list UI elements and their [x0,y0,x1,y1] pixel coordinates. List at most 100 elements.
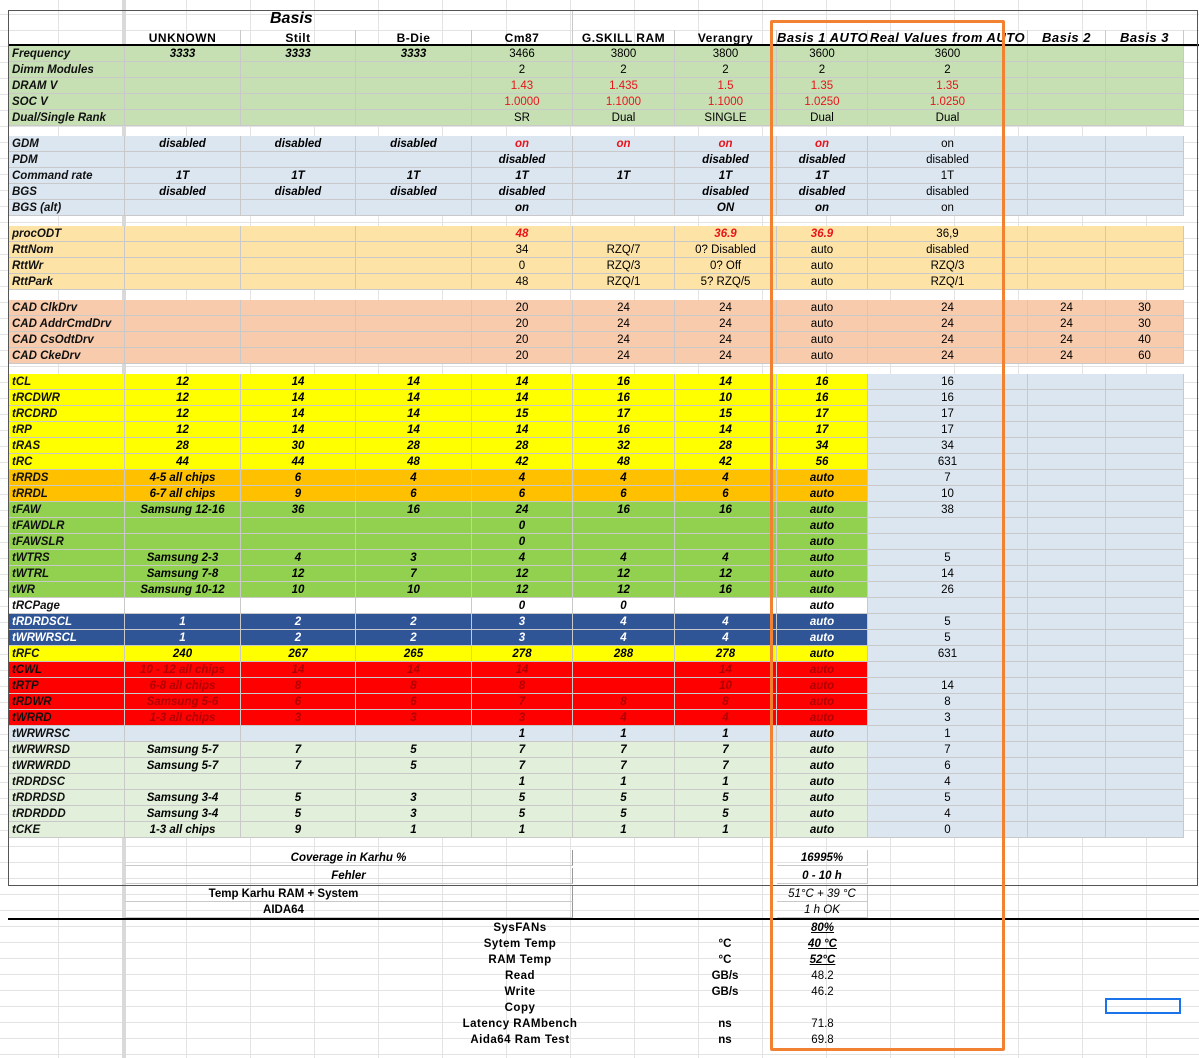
value-cell[interactable] [573,184,675,200]
value-cell[interactable]: 48 [573,454,675,470]
bench-label[interactable]: Read [420,968,620,984]
value-cell[interactable]: 24 [868,348,1028,364]
row-label[interactable]: tCKE [8,822,125,838]
value-cell[interactable]: 1.35 [777,78,868,94]
value-cell[interactable] [125,300,241,316]
value-cell[interactable]: 1 [675,822,777,838]
value-cell[interactable]: 17 [573,406,675,422]
value-cell[interactable] [356,152,472,168]
value-cell[interactable]: 1 [472,822,573,838]
value-cell[interactable] [356,300,472,316]
value-cell[interactable]: 1.1000 [675,94,777,110]
row-label[interactable]: tRCDWR [8,390,125,406]
value-cell[interactable] [125,78,241,94]
value-cell[interactable] [125,598,241,614]
selected-cell[interactable] [1105,998,1181,1014]
value-cell[interactable] [356,316,472,332]
value-cell[interactable] [573,662,675,678]
row-label[interactable]: RttPark [8,274,125,290]
value-cell[interactable]: 8 [573,694,675,710]
summary-label[interactable]: Coverage in Karhu % [125,850,573,866]
value-cell[interactable]: 28 [472,438,573,454]
value-cell[interactable]: 7 [675,742,777,758]
value-cell[interactable]: 16 [573,422,675,438]
value-cell[interactable]: 14 [356,422,472,438]
value-cell[interactable]: 48 [356,454,472,470]
value-cell[interactable] [1028,422,1106,438]
value-cell[interactable]: on [777,136,868,152]
value-cell[interactable]: 38 [868,502,1028,518]
value-cell[interactable]: 24 [573,332,675,348]
value-cell[interactable]: 265 [356,646,472,662]
row-label[interactable]: RttNom [8,242,125,258]
value-cell[interactable]: 0 [573,598,675,614]
row-label[interactable]: GDM [8,136,125,152]
value-cell[interactable] [241,774,356,790]
row-label[interactable]: tRRDL [8,486,125,502]
value-cell[interactable]: auto [777,518,868,534]
value-cell[interactable]: 7 [573,758,675,774]
value-cell[interactable]: 2 [356,630,472,646]
value-cell[interactable]: 28 [356,438,472,454]
value-cell[interactable]: 1T [241,168,356,184]
value-cell[interactable]: 48 [472,274,573,290]
bench-value[interactable]: 52°C [777,952,868,968]
value-cell[interactable] [1028,78,1106,94]
summary-label[interactable]: AIDA64 [125,902,573,918]
value-cell[interactable]: 1 [675,726,777,742]
row-label[interactable]: tRCDRD [8,406,125,422]
value-cell[interactable] [1106,806,1184,822]
bench-label[interactable]: Write [420,984,620,1000]
value-cell[interactable]: 6 [675,486,777,502]
value-cell[interactable]: 56 [777,454,868,470]
row-label[interactable]: tFAWSLR [8,534,125,550]
value-cell[interactable]: 6-8 all chips [125,678,241,694]
value-cell[interactable] [1028,710,1106,726]
value-cell[interactable] [1106,694,1184,710]
value-cell[interactable]: RZQ/3 [868,258,1028,274]
bench-value[interactable]: 69.8 [777,1032,868,1048]
value-cell[interactable] [241,258,356,274]
value-cell[interactable]: 1.0250 [868,94,1028,110]
value-cell[interactable]: 5 [472,806,573,822]
row-label[interactable]: Frequency [8,46,125,62]
value-cell[interactable]: 1T [777,168,868,184]
value-cell[interactable]: on [777,200,868,216]
row-label[interactable]: tRDRDSCL [8,614,125,630]
value-cell[interactable] [356,518,472,534]
value-cell[interactable] [241,200,356,216]
value-cell[interactable]: auto [777,534,868,550]
value-cell[interactable]: 4 [675,710,777,726]
value-cell[interactable]: 1.43 [472,78,573,94]
value-cell[interactable]: disabled [241,184,356,200]
value-cell[interactable] [1106,136,1184,152]
value-cell[interactable] [1106,470,1184,486]
value-cell[interactable]: 14 [356,374,472,390]
bench-unit[interactable]: ns [675,1016,775,1032]
value-cell[interactable]: 16 [356,502,472,518]
value-cell[interactable] [868,662,1028,678]
value-cell[interactable]: 6 [356,486,472,502]
value-cell[interactable]: auto [777,630,868,646]
row-label[interactable]: tWRWRSCL [8,630,125,646]
value-cell[interactable]: 16 [777,390,868,406]
value-cell[interactable] [1106,258,1184,274]
value-cell[interactable]: Dual [777,110,868,126]
value-cell[interactable] [1106,726,1184,742]
value-cell[interactable]: 30 [241,438,356,454]
value-cell[interactable]: 8 [241,678,356,694]
value-cell[interactable]: 1-3 all chips [125,822,241,838]
value-cell[interactable]: 12 [573,582,675,598]
value-cell[interactable]: 267 [241,646,356,662]
value-cell[interactable] [868,534,1028,550]
value-cell[interactable]: on [472,200,573,216]
value-cell[interactable]: auto [777,582,868,598]
value-cell[interactable]: Samsung 7-8 [125,566,241,582]
value-cell[interactable]: Samsung 5-6 [125,694,241,710]
value-cell[interactable] [868,518,1028,534]
value-cell[interactable] [1028,662,1106,678]
row-label[interactable]: tFAW [8,502,125,518]
value-cell[interactable]: on [868,200,1028,216]
value-cell[interactable]: 14 [241,374,356,390]
value-cell[interactable]: 0 [472,534,573,550]
